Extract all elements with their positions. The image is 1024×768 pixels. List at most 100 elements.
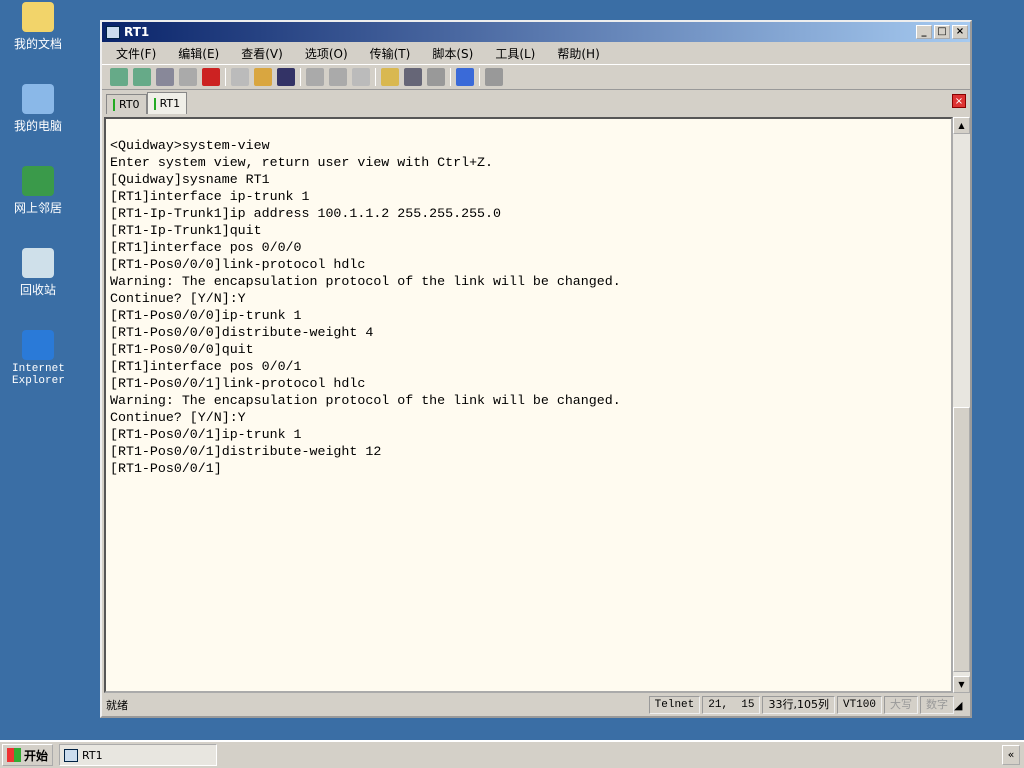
desktop-icon[interactable]: Internet Explorer: [4, 330, 72, 387]
help-icon[interactable]: [456, 68, 474, 86]
status-size: 33行,105列: [762, 696, 835, 714]
terminal-line: <Quidway>system-view: [110, 138, 270, 153]
tab-label: RT1: [159, 97, 181, 110]
start-label: 开始: [24, 748, 49, 763]
menu-item[interactable]: 选项(O): [305, 45, 348, 62]
recycle-bin-icon: [22, 248, 54, 278]
menu-item[interactable]: 工具(L): [495, 45, 535, 62]
close-button[interactable]: ×: [952, 25, 968, 39]
toolbar-separator: [450, 68, 451, 86]
printer-icon[interactable]: [352, 68, 370, 86]
terminal-line: Warning: The encapsulation protocol of t…: [110, 393, 621, 408]
terminal-line: [RT1-Pos0/0/1]distribute-weight 12: [110, 444, 382, 459]
terminal-line: [RT1]interface pos 0/0/1: [110, 359, 302, 374]
session-tab-icon[interactable]: [156, 68, 174, 86]
sftp-icon[interactable]: [485, 68, 503, 86]
desktop-icon-label: 我的电脑: [13, 119, 62, 133]
desktop-icon-label: 网上邻居: [13, 201, 62, 215]
menu-item[interactable]: 编辑(E): [178, 45, 219, 62]
terminal-line: [Quidway]sysname RT1: [110, 172, 270, 187]
minimize-button[interactable]: _: [916, 25, 932, 39]
connect-icon[interactable]: [110, 68, 128, 86]
windows-logo-icon: [7, 748, 21, 762]
toolbar-separator: [225, 68, 226, 86]
status-cursor: 21, 15: [702, 696, 761, 714]
terminal-line: Continue? [Y/N]:Y: [110, 410, 246, 425]
tab-label: RT0: [119, 98, 140, 111]
scroll-up-icon[interactable]: ▲: [953, 117, 970, 134]
terminal-line: [RT1-Pos0/0/0]quit: [110, 342, 254, 357]
network-icon: [22, 166, 54, 196]
scroll-down-icon[interactable]: ▼: [953, 676, 970, 693]
title-bar[interactable]: RT1 _ □ ×: [102, 22, 970, 42]
status-led-icon: [113, 98, 115, 111]
scroll-thumb[interactable]: [953, 407, 970, 672]
terminal-line: [RT1-Pos0/0/1]link-protocol hdlc: [110, 376, 366, 391]
terminal-line: [RT1-Pos0/0/0]distribute-weight 4: [110, 325, 374, 340]
desktop-icon[interactable]: 我的文档: [4, 2, 72, 52]
menu-item[interactable]: 文件(F): [116, 45, 156, 62]
keymap-icon[interactable]: [404, 68, 422, 86]
desktop-icon[interactable]: 网上邻居: [4, 166, 72, 216]
status-ready: 就绪: [106, 699, 128, 712]
session-options-icon[interactable]: [381, 68, 399, 86]
desktop-icon[interactable]: 我的电脑: [4, 84, 72, 134]
app-icon: [106, 25, 120, 39]
securecrt-window: RT1 _ □ × 文件(F) 编辑(E) 查看(V) 选项(O) 传输(T) 脚本(S)…: [100, 20, 972, 718]
terminal-output[interactable]: <Quidway>system-view Enter system view, r…: [104, 117, 953, 693]
window-title: RT1: [124, 25, 150, 39]
status-emulation: VT100: [836, 696, 882, 714]
toolbar-separator: [300, 68, 301, 86]
maximize-button[interactable]: □: [934, 25, 950, 39]
terminal-line: [RT1-Pos0/0/0]link-protocol hdlc: [110, 257, 366, 272]
menu-bar: 文件(F) 编辑(E) 查看(V) 选项(O) 传输(T) 脚本(S) 工具(L) 帮助(H): [102, 42, 970, 64]
close-tab-icon[interactable]: ×: [952, 94, 966, 108]
status-caps: 大写: [884, 696, 918, 714]
desktop-icon-label: 回收站: [19, 283, 56, 297]
key-icon[interactable]: [427, 68, 445, 86]
resize-grip-icon[interactable]: ◢: [954, 699, 970, 712]
status-led-icon: [153, 97, 156, 110]
vertical-scrollbar[interactable]: ▲ ▼: [953, 117, 970, 693]
menu-item[interactable]: 脚本(S): [432, 45, 473, 62]
status-bar: 就绪 Telnet 21, 15 33行,105列 VT100 大写 数字 ◢: [102, 694, 970, 716]
disconnect-icon[interactable]: [202, 68, 220, 86]
terminal-line: [RT1]interface pos 0/0/0: [110, 240, 302, 255]
status-protocol: Telnet: [648, 696, 701, 714]
terminal-line: [RT1-Pos0/0/1]: [110, 461, 222, 476]
quick-connect-icon[interactable]: [133, 68, 151, 86]
app-icon: [64, 748, 79, 762]
paste-icon[interactable]: [254, 68, 272, 86]
menu-item[interactable]: 帮助(H): [557, 45, 599, 62]
computer-icon: [22, 84, 54, 114]
tab-rt1[interactable]: RT1: [146, 92, 188, 114]
taskbar: 开始 RT1 «: [0, 740, 1024, 768]
terminal-line: Continue? [Y/N]:Y: [110, 291, 246, 306]
menu-item[interactable]: 传输(T): [370, 45, 411, 62]
ie-icon: [22, 330, 54, 360]
desktop-icon-label: 我的文档: [13, 37, 62, 51]
start-button[interactable]: 开始: [2, 744, 54, 766]
find-icon[interactable]: [277, 68, 295, 86]
terminal-line: [RT1]interface ip-trunk 1: [110, 189, 310, 204]
print-selection-icon[interactable]: [329, 68, 347, 86]
copy-icon[interactable]: [231, 68, 249, 86]
terminal-line: [RT1-Ip-Trunk1]quit: [110, 223, 262, 238]
terminal-line: [RT1-Pos0/0/1]ip-trunk 1: [110, 427, 302, 442]
desktop-icon[interactable]: 回收站: [4, 248, 72, 298]
desktop-icon-label: Internet Explorer: [12, 363, 65, 387]
print-icon[interactable]: [306, 68, 324, 86]
reconnect-icon[interactable]: [179, 68, 197, 86]
terminal-line: [RT1-Ip-Trunk1]ip address 100.1.1.2 255.…: [110, 206, 501, 221]
toolbar-separator: [479, 68, 480, 86]
tray-expand-button[interactable]: «: [1002, 745, 1020, 765]
menu-item[interactable]: 查看(V): [241, 45, 283, 62]
terminal-line: Enter system view, return user view with…: [110, 155, 494, 170]
toolbar-separator: [375, 68, 376, 86]
taskbar-item-rt1[interactable]: RT1: [59, 744, 218, 766]
status-num: 数字: [920, 696, 954, 714]
terminal-line: [RT1-Pos0/0/0]ip-trunk 1: [110, 308, 302, 323]
toolbar: [102, 64, 970, 90]
session-tabs: RT0 RT1 ×: [102, 90, 970, 114]
tab-rt0[interactable]: RT0: [106, 94, 147, 114]
